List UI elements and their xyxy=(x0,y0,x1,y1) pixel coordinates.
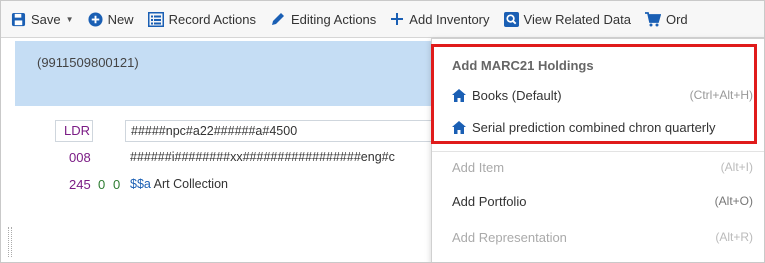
home-icon xyxy=(452,88,466,102)
metadata-editor: Save ▼ New Record Actions Editing Action… xyxy=(0,0,765,263)
new-label: New xyxy=(107,11,134,27)
view-related-data-label: View Related Data xyxy=(523,11,631,27)
add-inventory-label: Add Inventory xyxy=(409,11,490,27)
menu-item-add-portfolio[interactable]: Add Portfolio (Alt+O) xyxy=(432,185,764,217)
menu-item-label: Books (Default) xyxy=(472,87,562,103)
field-tag-008: 008 xyxy=(69,150,91,165)
list-icon xyxy=(147,11,164,27)
search-box-icon xyxy=(503,11,519,27)
view-related-data-button[interactable]: View Related Data xyxy=(498,1,639,38)
menu-item-label: Add Representation xyxy=(452,229,567,245)
field-value-245[interactable]: $$a Art Collection xyxy=(130,177,228,191)
record-actions-label: Record Actions xyxy=(168,11,257,27)
menu-item-label: Add Item xyxy=(452,159,505,175)
plus-icon xyxy=(390,12,404,26)
subfield-code: $$a xyxy=(130,177,151,191)
menu-item-label: Add Portfolio xyxy=(452,193,527,209)
new-button[interactable]: New xyxy=(82,1,142,38)
menu-section-title: Add MARC21 Holdings xyxy=(452,58,594,73)
orders-button[interactable]: Ord xyxy=(639,1,696,38)
menu-item-label: Serial prediction combined chron quarter… xyxy=(472,119,716,135)
plus-circle-icon xyxy=(88,11,103,27)
save-button[interactable]: Save ▼ xyxy=(1,1,82,38)
menu-item-serial-prediction[interactable]: Serial prediction combined chron quarter… xyxy=(432,111,764,143)
menu-item-shortcut: (Alt+I) xyxy=(720,160,753,174)
save-icon xyxy=(11,12,26,27)
field-tag-245: 245 xyxy=(69,177,91,192)
menu-item-books-default[interactable]: Books (Default) (Ctrl+Alt+H) xyxy=(432,79,764,111)
save-label: Save xyxy=(31,11,61,27)
menu-item-shortcut: (Alt+R) xyxy=(715,230,753,244)
chevron-down-icon: ▼ xyxy=(65,14,74,24)
toolbar: Save ▼ New Record Actions Editing Action… xyxy=(1,1,764,38)
field-tag-ldr: LDR xyxy=(64,123,91,138)
home-icon xyxy=(452,120,466,134)
cart-icon xyxy=(644,11,661,27)
indicator-1[interactable]: 0 xyxy=(98,177,105,192)
editing-actions-label: Editing Actions xyxy=(291,11,377,27)
subfield-value: Art Collection xyxy=(153,177,228,191)
record-actions-button[interactable]: Record Actions xyxy=(142,1,264,38)
add-inventory-menu: Add MARC21 Holdings Books (Default) (Ctr… xyxy=(431,38,764,262)
record-id: (9911509800121) xyxy=(37,55,139,70)
orders-label: Ord xyxy=(665,11,688,27)
pencil-icon xyxy=(270,11,286,27)
menu-item-shortcut: (Alt+O) xyxy=(714,194,753,208)
add-inventory-button[interactable]: Add Inventory xyxy=(384,1,497,38)
editing-actions-button[interactable]: Editing Actions xyxy=(264,1,384,38)
resize-handle[interactable] xyxy=(8,227,12,257)
menu-item-shortcut: (Ctrl+Alt+H) xyxy=(689,88,753,102)
indicator-2[interactable]: 0 xyxy=(113,177,120,192)
menu-item-add-item[interactable]: Add Item (Alt+I) xyxy=(432,151,764,183)
menu-item-add-representation[interactable]: Add Representation (Alt+R) xyxy=(432,221,764,253)
field-value-ldr: #####npc#a22######a#4500 xyxy=(131,124,298,138)
field-value-008[interactable]: ######i########xx#################eng#c xyxy=(130,150,430,164)
